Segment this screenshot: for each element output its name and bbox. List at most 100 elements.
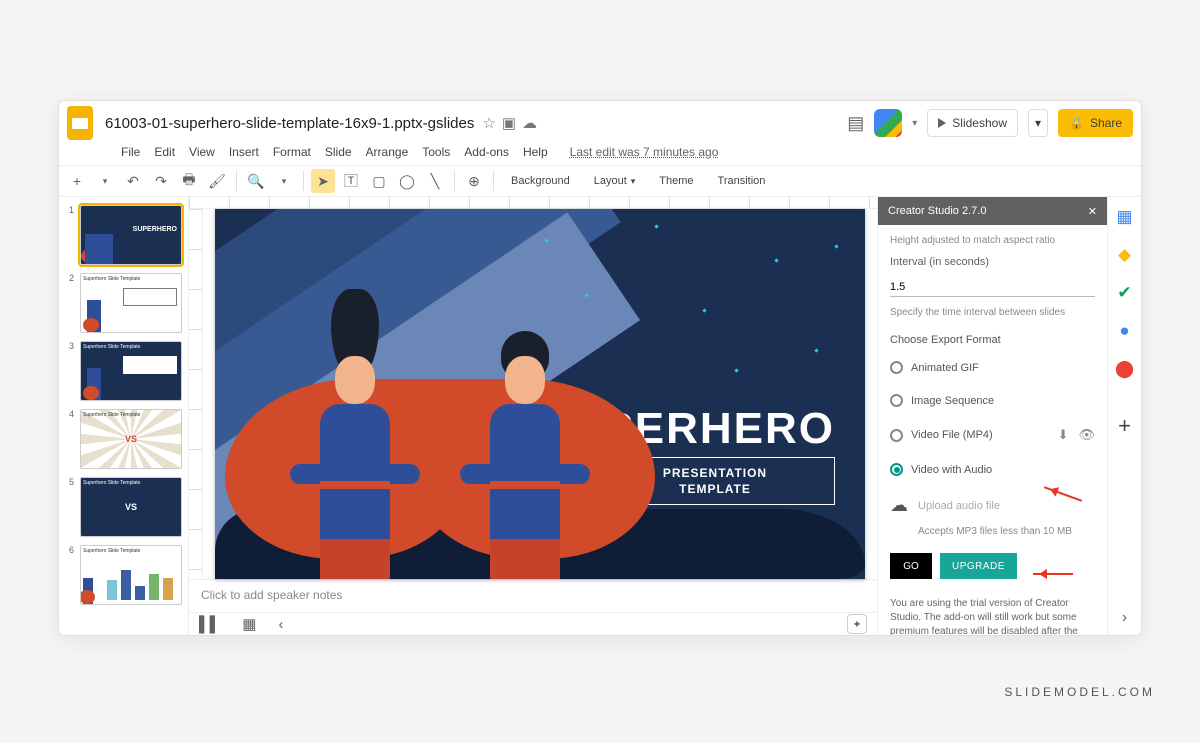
slide-canvas[interactable]: SUPERHERO PRESENTATION TEMPLATE	[215, 209, 865, 579]
image-icon[interactable]: ▢	[367, 169, 391, 193]
keep-icon[interactable]: ◆	[1118, 245, 1131, 265]
side-rail: ▦ ◆ ✔ ● ⬤ + ›	[1107, 197, 1141, 635]
main-area: 1 SUPERHERO 2 Superhero Slide Template 3…	[59, 197, 1141, 635]
explore-button[interactable]: ✦	[847, 614, 867, 634]
go-button[interactable]: GO	[890, 553, 932, 579]
thumb-2[interactable]: Superhero Slide Template	[80, 273, 182, 333]
interval-hint: Specify the time interval between slides	[890, 307, 1095, 318]
menu-tools[interactable]: Tools	[416, 141, 456, 163]
filmstrip-view-icon[interactable]: ▌▌	[199, 616, 220, 633]
upload-placeholder: Upload audio file	[918, 500, 1000, 512]
slides-app-icon[interactable]	[67, 106, 93, 140]
meet-dropdown-icon[interactable]: ▾	[912, 118, 917, 129]
line-icon[interactable]: ╲	[423, 169, 447, 193]
sidebar-title: Creator Studio 2.7.0	[888, 205, 986, 217]
thumb-number: 2	[65, 273, 74, 333]
shape-icon[interactable]: ◯	[395, 169, 419, 193]
undo-icon[interactable]: ↶	[121, 169, 145, 193]
bottom-bar: ▌▌ ▦ ‹ ✦	[189, 612, 877, 635]
paint-format-icon[interactable]: 🖌	[205, 169, 229, 193]
menu-help[interactable]: Help	[517, 141, 554, 163]
contacts-icon[interactable]: ●	[1119, 321, 1129, 341]
upgrade-button[interactable]: UPGRADE	[940, 553, 1017, 579]
star-icon[interactable]: ☆	[482, 114, 495, 132]
background-button[interactable]: Background	[501, 169, 580, 193]
comment-icon[interactable]: ⊕	[462, 169, 486, 193]
thumb-1[interactable]: SUPERHERO	[80, 205, 182, 265]
thumb-3[interactable]: Superhero Slide Template	[80, 341, 182, 401]
interval-label: Interval (in seconds)	[890, 256, 1095, 268]
format-video-audio[interactable]: Video with Audio	[890, 458, 1095, 481]
canvas-area: SUPERHERO PRESENTATION TEMPLATE Click to…	[189, 197, 877, 635]
last-edit-status[interactable]: Last edit was 7 minutes ago	[564, 141, 725, 163]
menu-edit[interactable]: Edit	[148, 141, 181, 163]
zoom-dropdown-icon[interactable]: ▾	[272, 169, 296, 193]
horizontal-ruler	[189, 197, 877, 209]
header: 61003-01-superhero-slide-template-16x9-1…	[59, 101, 1141, 141]
cloud-status-icon[interactable]: ☁	[522, 114, 537, 132]
thumbnail-strip[interactable]: 1 SUPERHERO 2 Superhero Slide Template 3…	[59, 197, 189, 635]
menu-view[interactable]: View	[183, 141, 221, 163]
add-addon-icon[interactable]: +	[1118, 413, 1131, 439]
collapse-filmstrip-icon[interactable]: ‹	[278, 616, 283, 633]
new-slide-button[interactable]: +	[65, 169, 89, 193]
menu-bar: File Edit View Insert Format Slide Arran…	[59, 141, 1141, 165]
collapse-rail-icon[interactable]: ›	[1122, 609, 1127, 627]
download-icon[interactable]: ⬇	[1058, 427, 1069, 443]
thumb-number: 5	[65, 477, 74, 537]
doc-title[interactable]: 61003-01-superhero-slide-template-16x9-1…	[105, 115, 474, 132]
new-slide-dropdown-icon[interactable]: ▾	[93, 169, 117, 193]
thumb-6[interactable]: Superhero Slide Template	[80, 545, 182, 605]
tasks-icon[interactable]: ✔	[1117, 283, 1131, 303]
close-icon[interactable]: ✕	[1088, 205, 1097, 218]
share-button[interactable]: 🔒Share	[1058, 109, 1133, 137]
menu-format[interactable]: Format	[267, 141, 317, 163]
vertical-ruler	[189, 209, 203, 579]
addon-sidebar: Creator Studio 2.7.0 ✕ Height adjusted t…	[877, 197, 1107, 635]
format-sequence[interactable]: Image Sequence	[890, 389, 1095, 412]
menu-file[interactable]: File	[115, 141, 146, 163]
lock-icon: 🔒	[1069, 116, 1084, 130]
thumb-number: 1	[65, 205, 74, 265]
format-gif[interactable]: Animated GIF	[890, 356, 1095, 379]
upload-hint: Accepts MP3 files less than 10 MB	[918, 526, 1095, 537]
select-icon[interactable]: ➤	[311, 169, 335, 193]
interval-input[interactable]	[890, 278, 1095, 297]
layout-button[interactable]: Layout▾	[584, 169, 646, 193]
menu-arrange[interactable]: Arrange	[360, 141, 415, 163]
sidebar-header: Creator Studio 2.7.0 ✕	[878, 197, 1107, 225]
menu-slide[interactable]: Slide	[319, 141, 358, 163]
trial-message: You are using the trial version of Creat…	[890, 597, 1095, 635]
format-label: Choose Export Format	[890, 334, 1095, 346]
thumb-4[interactable]: Superhero Slide TemplateVS	[80, 409, 182, 469]
thumb-number: 6	[65, 545, 74, 605]
comments-icon[interactable]: ▤	[847, 113, 864, 134]
theme-button[interactable]: Theme	[649, 169, 703, 193]
transition-button[interactable]: Transition	[708, 169, 776, 193]
grid-view-icon[interactable]: ▦	[242, 615, 256, 633]
textbox-icon[interactable]: 🅃	[339, 169, 363, 193]
maps-icon[interactable]: ⬤	[1115, 359, 1134, 379]
format-mp4[interactable]: Video File (MP4) ⬇👁	[890, 422, 1095, 448]
redo-icon[interactable]: ↷	[149, 169, 173, 193]
preview-icon[interactable]: 👁	[1078, 427, 1095, 443]
thumb-number: 3	[65, 341, 74, 401]
zoom-icon[interactable]: 🔍	[244, 169, 268, 193]
menu-insert[interactable]: Insert	[223, 141, 265, 163]
annotation-arrow-icon	[1033, 573, 1073, 575]
thumb-number: 4	[65, 409, 74, 469]
calendar-icon[interactable]: ▦	[1116, 207, 1132, 227]
print-icon[interactable]: 🖶	[177, 169, 201, 193]
menu-addons[interactable]: Add-ons	[458, 141, 515, 163]
slideshow-dropdown[interactable]: ▾	[1028, 109, 1048, 137]
move-icon[interactable]: ▣	[502, 114, 516, 132]
speaker-notes[interactable]: Click to add speaker notes	[189, 579, 877, 612]
watermark: SLIDEMODEL.COM	[1004, 685, 1155, 699]
slideshow-button[interactable]: Slideshow	[927, 109, 1018, 137]
toolbar: + ▾ ↶ ↷ 🖶 🖌 🔍 ▾ ➤ 🅃 ▢ ◯ ╲ ⊕ Background L…	[59, 165, 1141, 197]
app-window: 61003-01-superhero-slide-template-16x9-1…	[58, 100, 1142, 636]
cloud-upload-icon: ☁	[890, 495, 908, 516]
thumb-5[interactable]: Superhero Slide TemplateVS	[80, 477, 182, 537]
height-note: Height adjusted to match aspect ratio	[890, 235, 1095, 246]
meet-icon[interactable]	[874, 109, 902, 137]
